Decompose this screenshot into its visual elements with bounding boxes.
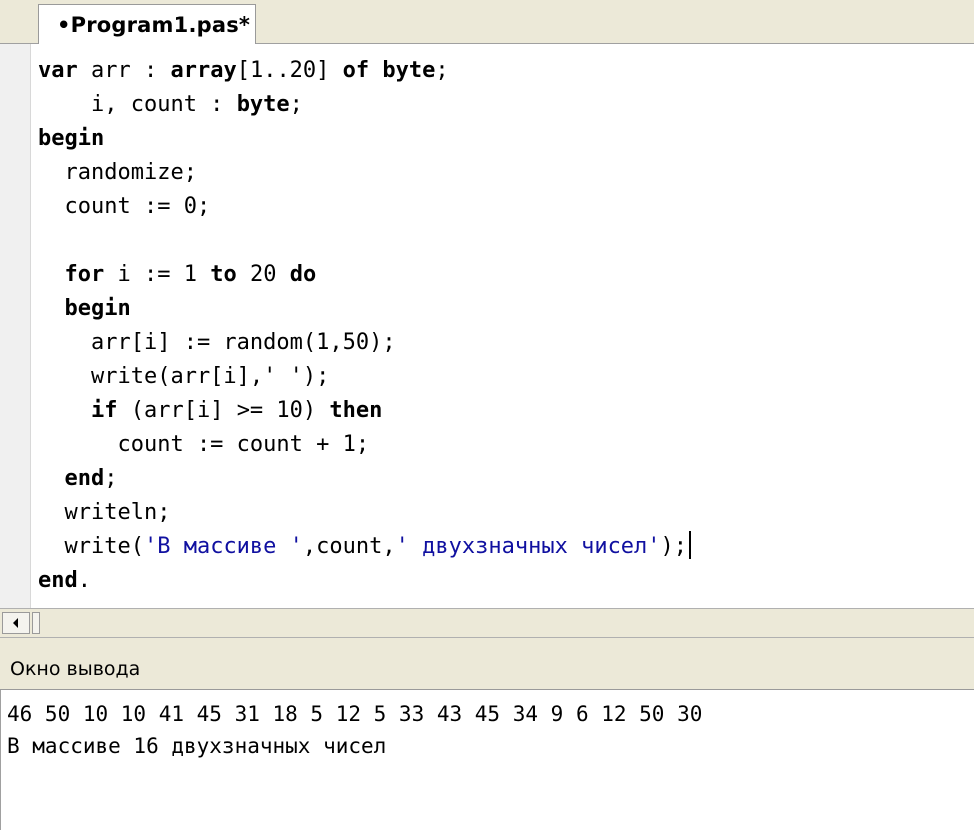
code-keyword: end: [64, 466, 105, 491]
output-panel-header: Окно вывода: [0, 648, 974, 690]
code-string: ' двухзначных чисел': [395, 534, 661, 559]
output-panel-title: Окно вывода: [10, 657, 141, 680]
code-token: arr :: [77, 58, 171, 83]
code-token: writeln;: [38, 500, 171, 525]
code-token: i := 1: [104, 262, 211, 287]
code-text[interactable]: var arr : array[1..20] of byte; i, count…: [38, 54, 692, 598]
code-line[interactable]: end.: [38, 564, 691, 598]
output-line: 46 50 10 10 41 45 31 18 5 12 5 33 43 45 …: [7, 702, 703, 726]
code-token: count := count + 1;: [38, 432, 370, 457]
output-panel[interactable]: 46 50 10 10 41 45 31 18 5 12 5 33 43 45 …: [0, 690, 974, 830]
code-token: randomize;: [38, 160, 197, 185]
code-keyword: byte: [382, 58, 436, 83]
output-text: 46 50 10 10 41 45 31 18 5 12 5 33 43 45 …: [7, 698, 702, 762]
code-keyword: begin: [38, 126, 105, 151]
scroll-left-button[interactable]: [2, 612, 30, 634]
tab-strip: •Program1.pas*: [0, 0, 974, 45]
code-token: arr[i] := random(1,50);: [38, 330, 396, 355]
code-line[interactable]: [38, 224, 691, 258]
code-keyword: end: [38, 568, 78, 593]
code-keyword: byte: [236, 92, 290, 117]
code-token: 20: [236, 262, 290, 287]
code-keyword: of: [342, 58, 370, 83]
code-token: ,count,: [302, 534, 396, 559]
code-line[interactable]: write(arr[i],' ');: [38, 360, 691, 394]
scrollbar-thumb[interactable]: [32, 612, 40, 634]
code-keyword: array: [170, 58, 237, 83]
code-token: .: [77, 568, 91, 593]
code-token: [1..20]: [236, 58, 343, 83]
code-line[interactable]: begin: [38, 122, 691, 156]
code-token: ;: [289, 92, 303, 117]
code-keyword: then: [329, 398, 383, 423]
code-token: i, count :: [38, 92, 237, 117]
pascal-ide-window: •Program1.pas* var arr : array[1..20] of…: [0, 0, 974, 830]
code-editor[interactable]: var arr : array[1..20] of byte; i, count…: [0, 44, 974, 608]
code-keyword: var: [38, 58, 78, 83]
horizontal-scrollbar[interactable]: [0, 608, 974, 638]
code-token: );: [660, 534, 688, 559]
code-keyword: do: [289, 262, 317, 287]
code-line[interactable]: writeln;: [38, 496, 691, 530]
code-string: 'В массиве ': [143, 534, 303, 559]
code-token: (arr[i] >= 10): [117, 398, 330, 423]
code-line[interactable]: var arr : array[1..20] of byte;: [38, 54, 691, 88]
code-line[interactable]: arr[i] := random(1,50);: [38, 326, 691, 360]
code-keyword: if: [90, 398, 118, 423]
code-token: count := 0;: [38, 194, 211, 219]
tab-program1[interactable]: •Program1.pas*: [38, 4, 256, 45]
code-keyword: begin: [64, 296, 131, 321]
arrow-left-icon: [13, 618, 18, 628]
editor-gutter: [0, 44, 31, 608]
code-line[interactable]: for i := 1 to 20 do: [38, 258, 691, 292]
code-token: write(: [38, 534, 144, 559]
code-line[interactable]: count := count + 1;: [38, 428, 691, 462]
code-line[interactable]: i, count : byte;: [38, 88, 691, 122]
code-line[interactable]: end;: [38, 462, 691, 496]
tab-label: •Program1.pas*: [57, 13, 251, 37]
code-line[interactable]: begin: [38, 292, 691, 326]
panel-splitter[interactable]: [0, 638, 974, 648]
code-token: write(arr[i],' ');: [38, 364, 330, 389]
code-token: ;: [104, 466, 118, 491]
code-line[interactable]: if (arr[i] >= 10) then: [38, 394, 691, 428]
output-line: В массиве 16 двухзначных чисел: [7, 734, 387, 758]
code-keyword: for: [64, 262, 105, 287]
code-keyword: to: [210, 262, 237, 287]
code-line[interactable]: count := 0;: [38, 190, 691, 224]
text-caret: [689, 531, 692, 559]
code-token: ;: [435, 58, 449, 83]
code-line[interactable]: randomize;: [38, 156, 691, 190]
code-line[interactable]: write('В массиве ',count,' двухзначных ч…: [38, 530, 692, 564]
